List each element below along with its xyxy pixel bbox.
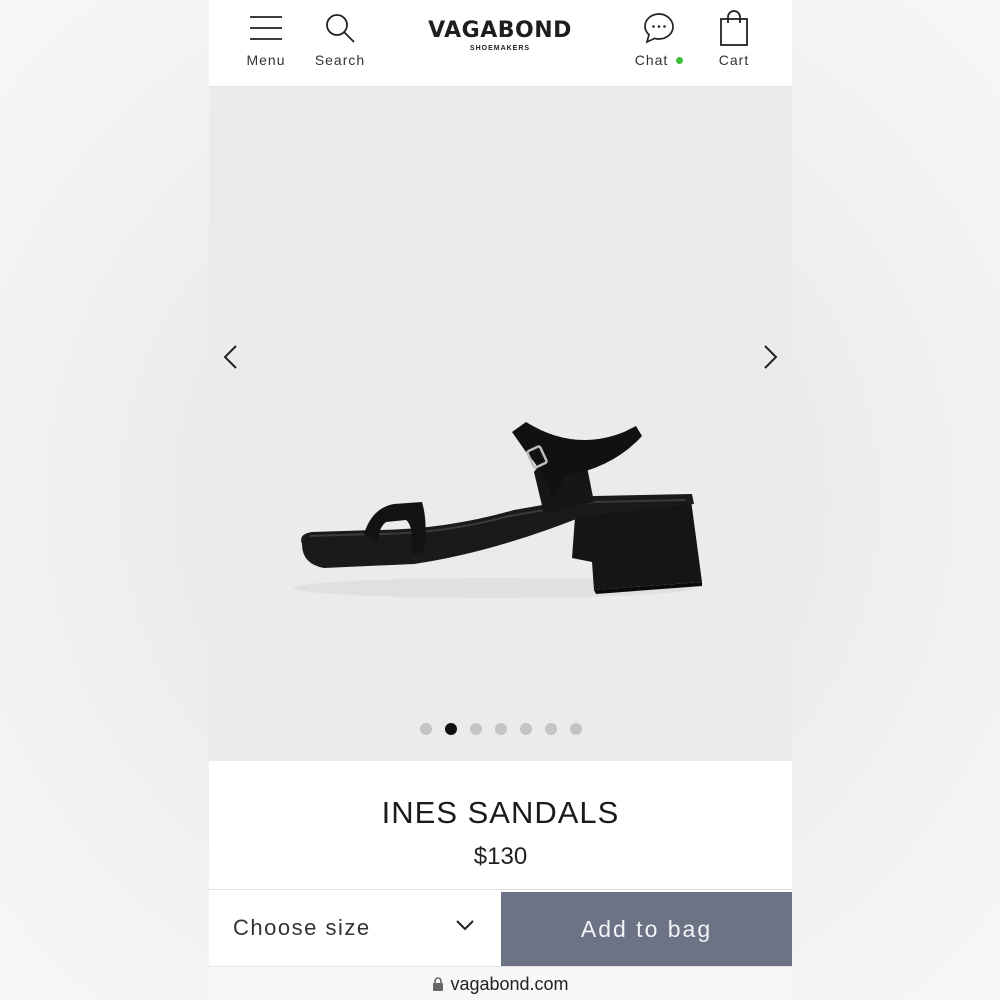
carousel-dot[interactable]	[544, 723, 557, 735]
browser-address-bar[interactable]: vagabond.com	[209, 966, 792, 1000]
product-image-sandal	[294, 422, 702, 598]
carousel-dot[interactable]	[519, 723, 532, 735]
chevron-down-icon	[456, 920, 474, 931]
carousel-dot[interactable]	[419, 723, 432, 735]
menu-button[interactable]: Menu	[229, 8, 303, 78]
hamburger-icon	[246, 8, 286, 48]
cart-button[interactable]: Cart	[697, 8, 771, 78]
product-info: INES SANDALS $130	[209, 761, 792, 889]
cart-label: Cart	[718, 52, 750, 68]
chat-bubble-icon	[639, 8, 679, 48]
product-image-carousel[interactable]	[209, 87, 792, 761]
site-header: Menu Search VAGABOND SHOEMAKERS Chat Car…	[209, 0, 792, 87]
chat-button[interactable]: Chat	[622, 8, 696, 78]
brand-name: VAGABOND	[428, 18, 572, 43]
search-button[interactable]: Search	[303, 8, 377, 78]
product-title: INES SANDALS	[381, 795, 620, 830]
mobile-page: Menu Search VAGABOND SHOEMAKERS Chat Car…	[209, 0, 792, 1000]
brand-subtitle: SHOEMAKERS	[469, 45, 531, 52]
shopping-bag-icon	[714, 8, 754, 48]
carousel-pagination	[209, 723, 792, 735]
next-image-button[interactable]	[754, 342, 784, 372]
chat-online-indicator	[676, 56, 684, 64]
address-bar-url: vagabond.com	[450, 973, 569, 994]
brand-logo[interactable]: VAGABOND SHOEMAKERS	[400, 18, 600, 52]
carousel-dot[interactable]	[469, 723, 482, 735]
previous-image-button[interactable]	[217, 342, 247, 372]
chevron-right-icon	[764, 345, 778, 369]
carousel-dot[interactable]	[444, 723, 457, 735]
size-dropdown-value: Choose size	[233, 915, 371, 940]
lock-icon	[433, 976, 444, 991]
product-price: $130	[473, 843, 528, 870]
chat-label: Chat	[634, 52, 669, 68]
size-dropdown[interactable]: Choose size	[209, 890, 500, 966]
search-label: Search	[314, 52, 366, 68]
chevron-left-icon	[223, 345, 237, 369]
carousel-dot[interactable]	[494, 723, 507, 735]
purchase-bar: Choose size Add to bag	[209, 889, 792, 966]
carousel-dot[interactable]	[569, 723, 582, 735]
search-icon	[320, 8, 360, 48]
add-to-bag-button[interactable]: Add to bag	[501, 892, 792, 966]
menu-label: Menu	[246, 52, 286, 68]
chat-label-wrap: Chat	[635, 52, 684, 68]
